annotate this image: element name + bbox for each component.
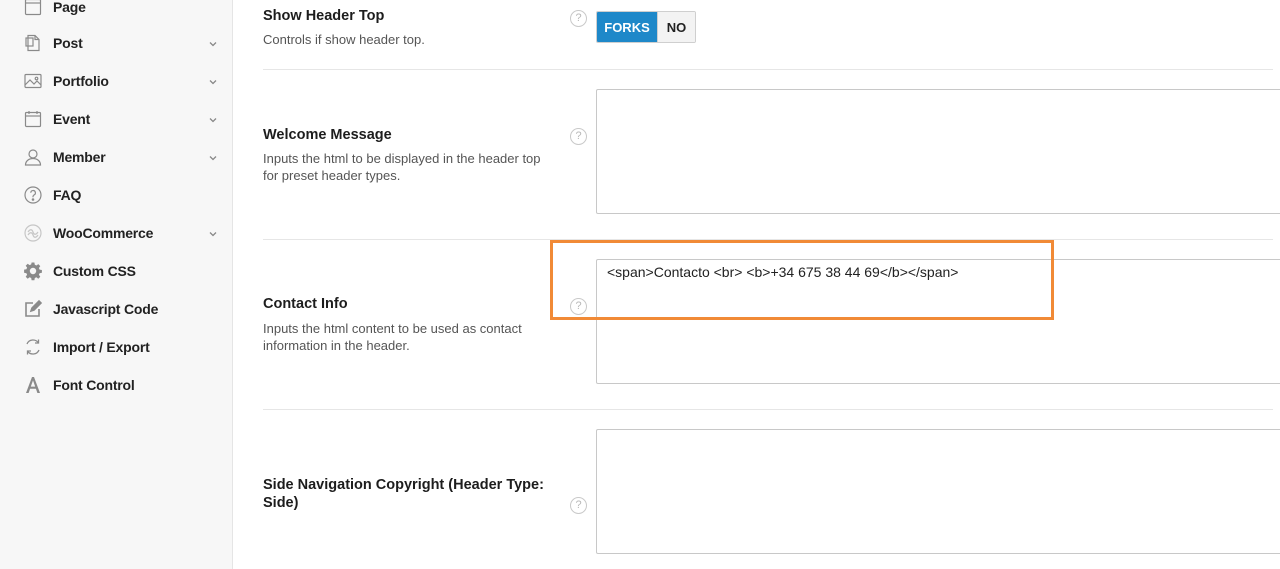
sidebar-item-portfolio[interactable]: Portfolio bbox=[0, 62, 232, 100]
help-icon[interactable]: ? bbox=[570, 298, 587, 315]
sidebar-item-label: Event bbox=[53, 111, 91, 127]
chevron-down-icon bbox=[207, 227, 219, 239]
sidebar-item-label: Member bbox=[53, 149, 106, 165]
sidebar-item-event[interactable]: Event bbox=[0, 100, 232, 138]
page-icon bbox=[22, 0, 44, 18]
edit-icon bbox=[22, 298, 44, 320]
woocommerce-icon bbox=[22, 222, 44, 244]
toggle-option-off[interactable]: NO bbox=[657, 12, 695, 42]
app-root: Page Post Portfolio Event Member FAQ Woo… bbox=[0, 0, 1280, 569]
setting-title: Show Header Top bbox=[263, 8, 385, 24]
setting-show-header-top: Show Header Top Controls if show header … bbox=[263, 0, 1273, 70]
sidebar-item-label: Javascript Code bbox=[53, 301, 159, 317]
setting-welcome-message: Welcome Message Inputs the html to be di… bbox=[263, 70, 1280, 240]
sidebar-item-font-control[interactable]: Font Control bbox=[0, 366, 232, 404]
sidebar-item-member[interactable]: Member bbox=[0, 138, 232, 176]
contact-info-textarea[interactable] bbox=[596, 259, 1280, 384]
sidebar-item-label: Portfolio bbox=[53, 73, 109, 89]
post-icon bbox=[22, 32, 44, 54]
refresh-icon bbox=[22, 336, 44, 358]
chevron-down-icon bbox=[207, 75, 219, 87]
toggle-option-on[interactable]: FORKS bbox=[597, 12, 657, 42]
sidebar-item-custom-css[interactable]: Custom CSS bbox=[0, 252, 232, 290]
sidebar-item-label: Font Control bbox=[53, 377, 135, 393]
setting-title: Contact Info bbox=[263, 296, 348, 312]
welcome-message-textarea[interactable] bbox=[596, 89, 1280, 214]
help-icon[interactable]: ? bbox=[570, 10, 587, 27]
gear-icon bbox=[22, 260, 44, 282]
side-nav-copyright-textarea[interactable] bbox=[596, 429, 1280, 554]
calendar-icon bbox=[22, 108, 44, 130]
help-icon[interactable]: ? bbox=[570, 497, 587, 514]
sidebar-item-label: WooCommerce bbox=[53, 225, 154, 241]
sidebar-item-label: FAQ bbox=[53, 187, 82, 203]
setting-title: Welcome Message bbox=[263, 127, 392, 143]
image-icon bbox=[22, 70, 44, 92]
font-icon bbox=[22, 374, 44, 396]
show-header-top-toggle: FORKS NO bbox=[596, 11, 696, 43]
settings-panel: Show Header Top Controls if show header … bbox=[233, 0, 1280, 569]
chevron-down-icon bbox=[207, 37, 219, 49]
setting-description: Controls if show header top. bbox=[263, 32, 425, 47]
sidebar-item-page[interactable]: Page bbox=[0, 0, 232, 26]
sidebar-item-post[interactable]: Post bbox=[0, 24, 232, 62]
sidebar-item-label: Custom CSS bbox=[53, 263, 136, 279]
user-icon bbox=[22, 146, 44, 168]
sidebar-item-label: Import / Export bbox=[53, 339, 150, 355]
setting-contact-info: Contact Info Inputs the html content to … bbox=[263, 240, 1280, 410]
setting-title: Side Navigation Copyright (Header Type: … bbox=[263, 477, 544, 511]
sidebar-item-label: Page bbox=[53, 0, 86, 15]
question-icon bbox=[22, 184, 44, 206]
setting-description: Inputs the html to be displayed in the h… bbox=[263, 151, 541, 183]
sidebar: Page Post Portfolio Event Member FAQ Woo… bbox=[0, 0, 233, 569]
setting-side-nav-copyright: Side Navigation Copyright (Header Type: … bbox=[263, 410, 1280, 569]
chevron-down-icon bbox=[207, 113, 219, 125]
sidebar-item-javascript-code[interactable]: Javascript Code bbox=[0, 290, 232, 328]
sidebar-item-woocommerce[interactable]: WooCommerce bbox=[0, 214, 232, 252]
sidebar-item-faq[interactable]: FAQ bbox=[0, 176, 232, 214]
sidebar-item-import-export[interactable]: Import / Export bbox=[0, 328, 232, 366]
help-icon[interactable]: ? bbox=[570, 128, 587, 145]
sidebar-item-label: Post bbox=[53, 35, 83, 51]
chevron-down-icon bbox=[207, 151, 219, 163]
setting-description: Inputs the html content to be used as co… bbox=[263, 321, 522, 353]
